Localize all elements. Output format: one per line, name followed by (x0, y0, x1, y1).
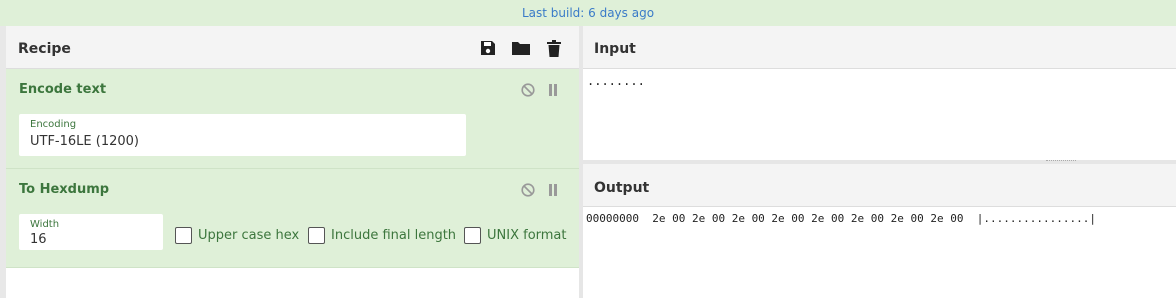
include-final-length-checkbox[interactable]: Include final length (308, 225, 456, 245)
clear-recipe-button[interactable] (544, 38, 564, 58)
output-title: Output (594, 180, 650, 196)
recipe-header: Recipe (6, 26, 579, 69)
checkbox-box[interactable] (175, 226, 192, 244)
resize-grip-icon (1046, 160, 1076, 162)
output-text[interactable]: 00000000 2e 00 2e 00 2e 00 2e 00 2e 00 2… (586, 212, 1096, 225)
unix-format-checkbox[interactable]: UNIX format (464, 225, 567, 245)
folder-icon (512, 42, 530, 55)
disable-operation-button[interactable] (520, 82, 536, 98)
operation-to-hexdump: To Hexdump Width 16 Upper case hex Inclu… (6, 169, 579, 268)
checkbox-box[interactable] (308, 226, 325, 244)
build-banner: Last build: 6 days ago (0, 0, 1176, 26)
disable-icon (521, 83, 535, 97)
output-pane: Output 00000000 2e 00 2e 00 2e 00 2e 00 … (583, 164, 1176, 298)
save-icon (481, 41, 495, 55)
upper-case-hex-label: Upper case hex (198, 227, 300, 243)
unix-format-label: UNIX format (487, 227, 567, 243)
input-pane: Input ........ (583, 26, 1176, 162)
pause-icon (549, 84, 557, 96)
save-recipe-button[interactable] (478, 38, 498, 58)
encoding-field[interactable]: Encoding UTF-16LE (1200) (19, 114, 466, 156)
input-textarea[interactable]: ........ (587, 74, 645, 88)
upper-case-hex-checkbox[interactable]: Upper case hex (175, 225, 299, 245)
recipe-title: Recipe (18, 41, 71, 57)
build-banner-text: Last build: 6 days ago (521, 6, 655, 20)
disable-icon (521, 183, 535, 197)
output-header: Output (583, 164, 1176, 207)
input-title: Input (594, 41, 636, 57)
load-recipe-button[interactable] (511, 38, 531, 58)
width-value[interactable]: 16 (30, 232, 150, 247)
width-field[interactable]: Width 16 (19, 214, 163, 250)
pause-operation-button[interactable] (545, 182, 561, 198)
disable-operation-button[interactable] (520, 182, 536, 198)
operation-encode-text: Encode text Encoding UTF-16LE (1200) (6, 69, 579, 169)
operation-title: Encode text (19, 82, 107, 97)
pause-operation-button[interactable] (545, 82, 561, 98)
checkbox-box[interactable] (464, 226, 481, 244)
pause-icon (549, 184, 557, 196)
trash-icon (547, 39, 561, 57)
encoding-value[interactable]: UTF-16LE (1200) (30, 134, 330, 149)
input-header: Input (583, 26, 1176, 69)
recipe-pane: Recipe Encode text Encoding UTF-16LE (12… (0, 26, 581, 298)
width-label: Width (30, 219, 60, 230)
operation-title: To Hexdump (19, 182, 110, 197)
include-final-length-label: Include final length (331, 227, 457, 243)
encoding-label: Encoding (30, 119, 77, 130)
